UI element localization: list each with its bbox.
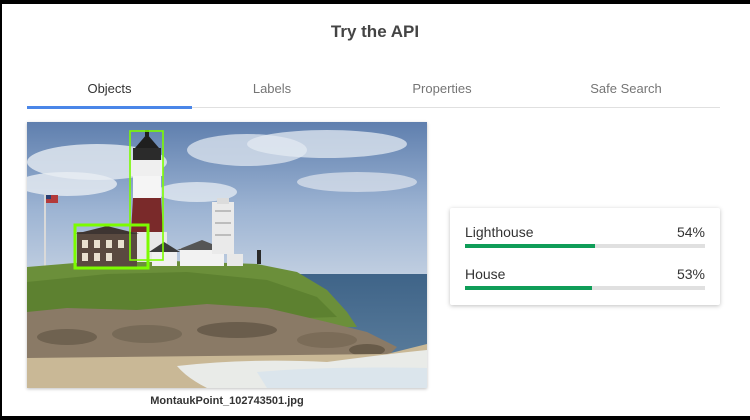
results-card: Lighthouse 54% House 53%: [450, 208, 720, 305]
score-bar-track: [465, 286, 705, 290]
window-top-border: [0, 0, 750, 4]
tab-objects[interactable]: Objects: [27, 70, 192, 107]
result-label: House: [465, 266, 506, 282]
tab-labels[interactable]: Labels: [192, 70, 352, 107]
score-bar-fill: [465, 286, 593, 290]
result-score: 53%: [676, 266, 705, 282]
page-title: Try the API: [330, 22, 420, 41]
tab-safe-search[interactable]: Safe Search: [532, 70, 720, 107]
score-bar-fill: [465, 244, 595, 248]
result-score: 54%: [676, 224, 705, 240]
active-tab-indicator: [27, 106, 192, 109]
score-bar-track: [465, 244, 705, 248]
result-label: Lighthouse: [465, 224, 534, 240]
image-filename: MontaukPoint_102743501.jpg: [150, 395, 304, 407]
tab-bar: Objects Labels Properties Safe Search: [27, 70, 720, 109]
window-left-border: [0, 0, 2, 420]
window-bottom-border: [0, 416, 750, 420]
montauk-lighthouse-image: [27, 122, 427, 388]
tab-properties[interactable]: Properties: [352, 70, 532, 107]
analyzed-photo: [27, 122, 427, 388]
